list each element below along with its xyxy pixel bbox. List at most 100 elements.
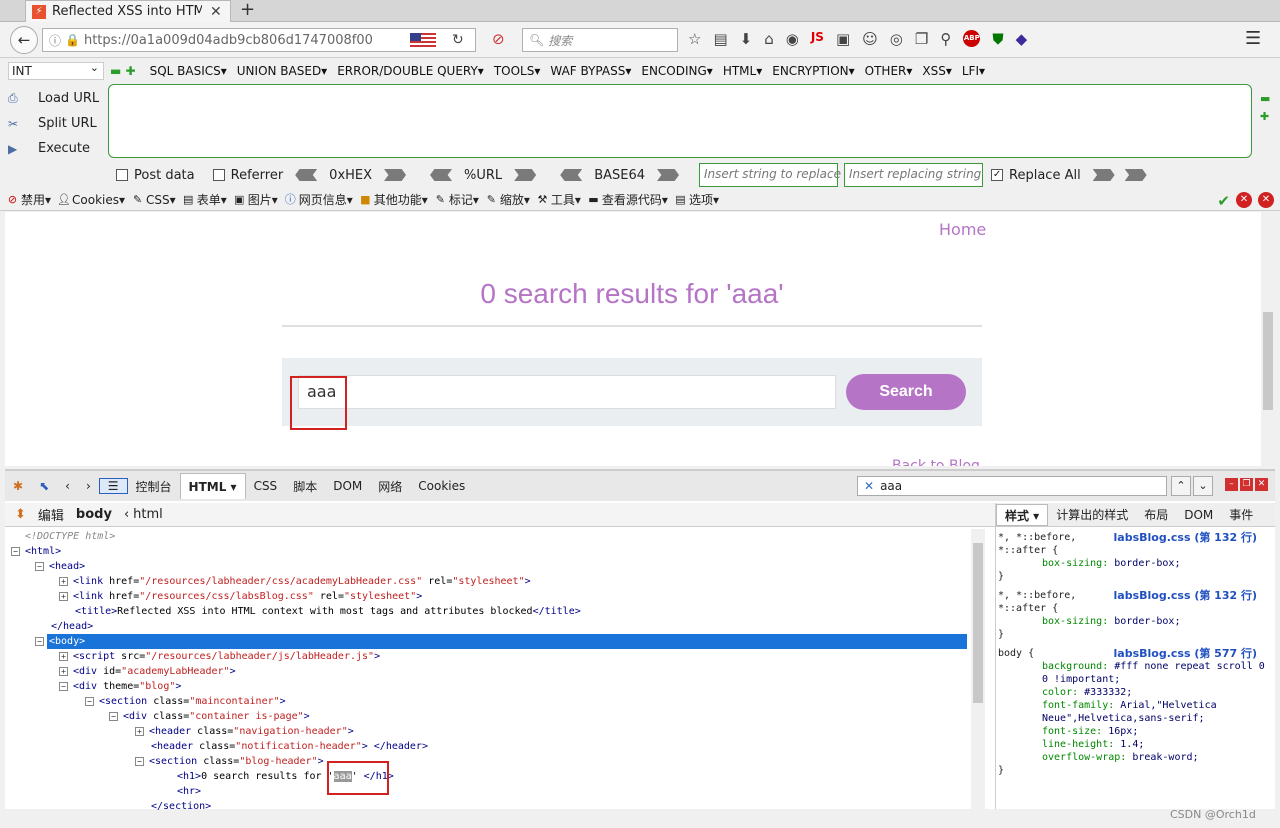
menu-html[interactable]: HTML▾	[723, 64, 762, 78]
css-rule-source[interactable]: labsBlog.css (第 577 行)	[1114, 647, 1258, 660]
hex-decode-arrow-icon[interactable]	[295, 169, 318, 181]
tab-layout[interactable]: 布局	[1136, 506, 1176, 523]
menu-sql-basics[interactable]: SQL BASICS▾	[150, 64, 227, 78]
checkbox-unchecked[interactable]	[212, 169, 225, 181]
container-node[interactable]: − <div class="container is-page">	[109, 709, 310, 724]
css-property[interactable]: line-height: 1.4;	[998, 738, 1273, 751]
tab-computed[interactable]: 计算出的样式	[1048, 506, 1136, 523]
div-header-node[interactable]: + <div id="academyLabHeader">	[59, 664, 236, 679]
restore-icon[interactable]: ❐	[1240, 478, 1253, 491]
clipboard-icon[interactable]: ▤	[713, 30, 727, 48]
bookmark-star-icon[interactable]: ☆	[688, 30, 701, 48]
url-encode-arrow-icon[interactable]	[514, 169, 537, 181]
browser-tab[interactable]: ⚡ Reflected XSS into HTM... ✕	[25, 0, 231, 22]
error-icon[interactable]: ✕	[1236, 192, 1252, 208]
new-tab-icon[interactable]: +	[240, 0, 255, 20]
load-url-button[interactable]: ⎙ Load URL	[8, 86, 104, 111]
disc-icon[interactable]: ◎	[890, 30, 903, 48]
css-property[interactable]: color: #333332;	[998, 686, 1273, 699]
split-url-button[interactable]: ✂ Split URL	[8, 111, 104, 136]
search-bar[interactable]: 🔍︎ 搜索	[522, 28, 678, 52]
edit-icon[interactable]: ⬍	[15, 507, 26, 522]
blog-header-node[interactable]: − <section class="blog-header">	[135, 754, 324, 769]
back-to-blog-link[interactable]: Back to Blog	[892, 458, 980, 466]
base64-encode-arrow-icon[interactable]	[657, 169, 680, 181]
title-node[interactable]: <title>Reflected XSS into HTML context w…	[75, 604, 581, 619]
edit-button[interactable]: 编辑	[38, 505, 64, 524]
tab-events[interactable]: 事件	[1221, 506, 1261, 523]
next-icon[interactable]: ›	[78, 479, 99, 493]
search-next-icon[interactable]: ⌄	[1193, 476, 1213, 496]
nav-header-node[interactable]: + <header class="navigation-header">	[135, 724, 354, 739]
html-scrollbar[interactable]	[971, 529, 985, 809]
div-theme-node[interactable]: − <div theme="blog">	[59, 679, 181, 694]
wdt-view-source[interactable]: ▬ 查看源代码▾	[587, 191, 668, 208]
clear-search-icon[interactable]: ✕	[864, 479, 874, 493]
prev-icon[interactable]: ‹	[57, 479, 78, 493]
crumb-body[interactable]: body	[76, 507, 112, 522]
css-rule-source[interactable]: labsBlog.css (第 132 行)	[1114, 589, 1258, 602]
checkmark-icon[interactable]: ✔	[1217, 192, 1230, 210]
diamond-icon[interactable]: ◆	[1016, 30, 1028, 48]
css-property[interactable]: box-sizing: border-box;	[998, 615, 1273, 628]
close-tab-icon[interactable]: ✕	[210, 4, 222, 20]
menu-union-based[interactable]: UNION BASED▾	[237, 64, 327, 78]
base64-decode-arrow-icon[interactable]	[560, 169, 583, 181]
wdt-css[interactable]: ✎ CSS▾	[131, 193, 176, 207]
wdt-options[interactable]: ▤ 选项▾	[674, 191, 719, 208]
wdt-disable[interactable]: ⊘ 禁用▾	[6, 191, 51, 208]
command-editor-icon[interactable]: ☰	[98, 478, 128, 494]
shield-icon[interactable]: ⛊	[992, 30, 1003, 48]
checkbox-checked[interactable]: ✓	[991, 169, 1004, 181]
tab-side-dom[interactable]: DOM	[1176, 508, 1221, 522]
hex-encode-arrow-icon[interactable]	[384, 169, 407, 181]
replace-string-input[interactable]: Insert string to replace	[699, 163, 841, 187]
menu-error-double-query[interactable]: ERROR/DOUBLE QUERY▾	[337, 64, 484, 78]
css-property[interactable]: box-sizing: border-box;	[998, 557, 1273, 570]
menu-other[interactable]: OTHER▾	[865, 64, 913, 78]
tab-script[interactable]: 脚本	[285, 478, 325, 495]
html-scrollbar-thumb[interactable]	[973, 543, 983, 703]
block-icon[interactable]: ⊘	[492, 30, 505, 48]
firebug-search-input[interactable]: ✕ aaa	[857, 476, 1167, 496]
search-input[interactable]: aaa	[298, 375, 836, 409]
reload-icon[interactable]: ↻	[452, 32, 464, 48]
url-decode-arrow-icon[interactable]	[430, 169, 453, 181]
menu-encoding[interactable]: ENCODING▾	[641, 64, 712, 78]
globe-icon[interactable]: ◉	[786, 30, 799, 48]
replace-arrow2-icon[interactable]	[1124, 169, 1147, 181]
menu-lfi[interactable]: LFI▾	[962, 64, 985, 78]
wdt-resize[interactable]: ✎ 缩放▾	[485, 191, 530, 208]
css-property[interactable]: background: #fff none repeat scroll 0 0 …	[998, 660, 1273, 686]
hackbar-type-select[interactable]: INT	[8, 60, 104, 80]
pages-icon[interactable]: ❐	[915, 30, 928, 48]
url-text[interactable]: https://0a1a009d04adb9cb806d1747008f00	[84, 33, 404, 48]
crumb-html[interactable]: html	[133, 507, 163, 522]
minimize-icon[interactable]: –	[1225, 478, 1238, 491]
section-node[interactable]: − <section class="maincontainer">	[85, 694, 286, 709]
wdt-images[interactable]: ▣ 图片▾	[233, 191, 278, 208]
tab-network[interactable]: 网络	[370, 478, 410, 495]
wdt-info[interactable]: ⓘ 网页信息▾	[284, 191, 353, 208]
css-property[interactable]: font-family: Arial,"Helvetica Neue",Helv…	[998, 699, 1273, 725]
close-panel-icon[interactable]: ✕	[1255, 478, 1268, 491]
inspect-icon[interactable]: ⬉	[31, 479, 57, 493]
back-arrow-icon[interactable]: ←	[10, 26, 38, 54]
home-link[interactable]: Home	[939, 220, 986, 239]
menu-waf-bypass[interactable]: WAF BYPASS▾	[550, 64, 631, 78]
tab-console[interactable]: 控制台	[128, 478, 180, 495]
tab-html[interactable]: HTML ▾	[179, 473, 246, 499]
firebug-icon[interactable]: ✱	[5, 479, 31, 493]
checkbox-unchecked[interactable]	[116, 169, 128, 181]
minus-plus-icon[interactable]: ▬ ✚	[110, 64, 136, 78]
wdt-cookies[interactable]: 👤︎ Cookies▾	[57, 193, 125, 207]
hackbar-url-textarea[interactable]	[108, 84, 1252, 158]
search-prev-icon[interactable]: ⌃	[1171, 476, 1191, 496]
css-property[interactable]: font-size: 16px;	[998, 725, 1273, 738]
search-button[interactable]: Search	[846, 374, 966, 410]
link-node[interactable]: + <link href="/resources/labheader/css/ac…	[59, 574, 531, 589]
replace-all-checkbox[interactable]: ✓ Replace All	[991, 168, 1081, 183]
hackbar-resize-icons[interactable]: ▬ ✚	[1260, 90, 1270, 126]
replace-arrow-icon[interactable]	[1092, 169, 1115, 181]
tab-cookies[interactable]: Cookies	[410, 479, 473, 493]
